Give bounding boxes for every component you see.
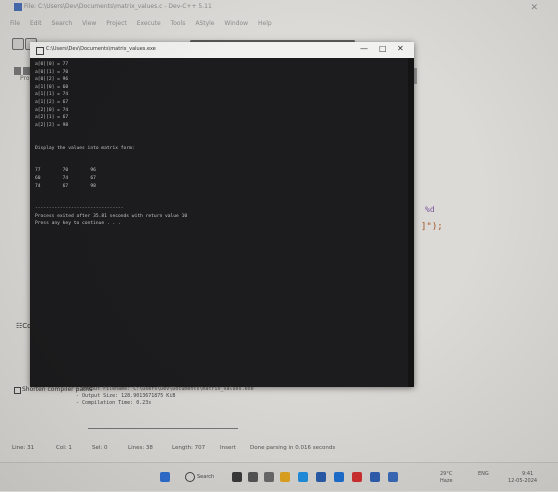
menu-view[interactable]: View	[82, 20, 96, 27]
language-indicator[interactable]: ENG	[478, 471, 489, 477]
mail-icon[interactable]	[334, 472, 344, 482]
editor-title-bar: File: C:\Users\Dev\Documents\matrix_valu…	[0, 0, 558, 14]
start-icon[interactable]	[160, 472, 170, 482]
console-taskbar-icon[interactable]	[388, 472, 398, 482]
status-line: Line: 31	[12, 445, 35, 451]
status-col: Col: 1	[56, 445, 72, 451]
file-explorer-icon[interactable]	[280, 472, 290, 482]
menu-astyle[interactable]: AStyle	[195, 20, 214, 27]
menu-project[interactable]: Project	[106, 20, 127, 27]
compile-log-line: - Output Filename: C:\Users\Dev\Document…	[76, 386, 254, 392]
menu-execute[interactable]: Execute	[137, 20, 161, 27]
console-line: 77 70 96	[35, 168, 96, 174]
console-output: a[0][0] = 77 a[0][1] = 70 a[0][2] = 96 a[1]…	[35, 61, 407, 383]
console-line: Press any key to continue . . .	[35, 221, 121, 227]
console-line: a[1][2] = 67	[35, 99, 69, 105]
editor-status-bar: Line: 31 Col: 1 Sel: 0 Lines: 38 Length:…	[0, 442, 558, 456]
editor-window-title: File: C:\Users\Dev\Documents\matrix_valu…	[24, 3, 212, 10]
widgets-icon[interactable]	[248, 472, 258, 482]
console-line: --------------------------------	[35, 206, 124, 212]
console-line: Process exited after 35.81 seconds with …	[35, 213, 188, 219]
menu-help[interactable]: Help	[258, 20, 272, 27]
compile-log-line: - Compilation Time: 0.23s	[76, 400, 152, 406]
store-icon[interactable]	[316, 472, 326, 482]
editor-close-icon[interactable]: ✕	[530, 3, 538, 13]
minimize-icon[interactable]: —	[360, 44, 368, 53]
devcpp-taskbar-icon[interactable]	[370, 472, 380, 482]
status-sel: Sel: 0	[92, 445, 108, 451]
chat-icon[interactable]	[264, 472, 274, 482]
taskbar-search[interactable]: Search	[185, 472, 217, 483]
console-line: a[0][0] = 77	[35, 62, 69, 67]
search-label: Search	[197, 474, 215, 480]
new-file-icon[interactable]	[12, 38, 24, 50]
menu-search[interactable]: Search	[52, 20, 73, 27]
menu-edit[interactable]: Edit	[30, 20, 42, 27]
console-title-bar[interactable]: C:\Users\Dev\Documents\matrix_values.exe…	[30, 42, 414, 58]
devcpp-app-icon	[14, 3, 22, 11]
windows-taskbar: Search 29°C Haze ENG 9:41 12-05-2024	[0, 462, 558, 492]
compile-log-text: - Output Filename: C:\Users\Dev\Document…	[76, 386, 254, 407]
menu-tools[interactable]: Tools	[171, 20, 186, 27]
console-line: a[0][1] = 70	[35, 69, 69, 75]
search-icon	[185, 472, 195, 482]
code-fragment: %d	[425, 205, 435, 214]
clock-date: 12-05-2024	[508, 478, 538, 484]
console-line: a[1][1] = 74	[35, 92, 69, 98]
weather-desc: Haze	[440, 478, 453, 484]
compile-log-panel: Shorten compiler paths - Output Filename…	[14, 384, 414, 440]
compile-log-line: - Output Size: 128.9013671875 KiB	[76, 393, 176, 399]
log-divider	[88, 428, 238, 429]
status-lines: Lines: 38	[128, 445, 153, 451]
console-window[interactable]: C:\Users\Dev\Documents\matrix_values.exe…	[30, 42, 414, 387]
back-icon[interactable]	[14, 67, 21, 75]
forward-icon[interactable]	[23, 67, 30, 75]
task-view-icon[interactable]	[232, 472, 242, 482]
console-line: a[1][0] = 60	[35, 84, 69, 90]
clock-time[interactable]: 9:41	[522, 471, 533, 477]
status-insert: Insert	[220, 445, 236, 451]
console-line: 74 67 98	[35, 183, 96, 189]
menu-file[interactable]: File	[10, 20, 20, 27]
app-icon-red[interactable]	[352, 472, 362, 482]
console-line: a[2][1] = 67	[35, 115, 69, 121]
status-length: Length: 707	[172, 445, 206, 451]
code-fragment: ]");	[421, 222, 443, 232]
console-line: Display the values into matrix form:	[35, 145, 135, 151]
edge-icon[interactable]	[298, 472, 308, 482]
console-line: a[2][0] = 74	[35, 107, 69, 113]
close-icon[interactable]: ✕	[397, 44, 404, 53]
console-app-icon	[36, 47, 44, 55]
console-line: 60 74 67	[35, 175, 96, 181]
status-parse: Done parsing in 0.016 seconds	[250, 445, 336, 451]
console-line: a[0][2] = 96	[35, 77, 69, 83]
console-scrollbar[interactable]	[408, 58, 414, 387]
weather-temp[interactable]: 29°C	[440, 471, 452, 477]
shorten-paths-checkbox[interactable]	[14, 387, 21, 394]
console-title: C:\Users\Dev\Documents\matrix_values.exe	[46, 46, 156, 52]
maximize-icon[interactable]: □	[379, 44, 387, 53]
menu-window[interactable]: Window	[224, 20, 248, 27]
console-line: a[2][2] = 98	[35, 122, 69, 128]
editor-menu-bar: File Edit Search View Project Execute To…	[10, 20, 280, 30]
